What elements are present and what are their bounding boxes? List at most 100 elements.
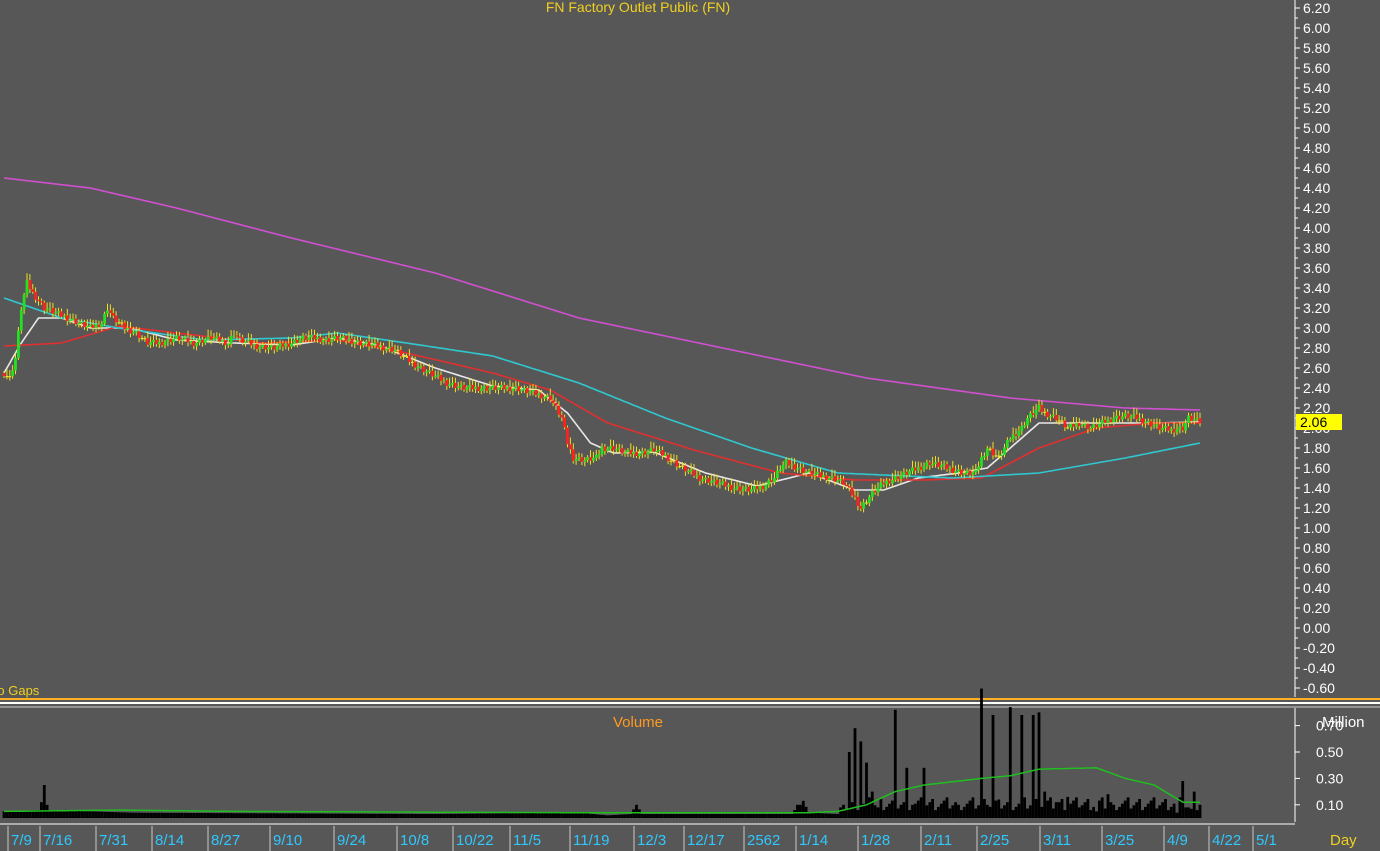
candle-body [258,346,262,349]
candle-body [1121,416,1124,420]
candle-body [1195,418,1199,420]
volume-bar [221,813,224,818]
volume-bar [761,814,765,818]
candle-body [48,308,52,310]
candle-body [750,489,753,492]
candle-body [134,331,138,333]
candle-body [980,456,983,467]
candle-body [468,385,472,388]
candle-body [600,446,604,455]
candle-body [758,485,762,490]
volume-bar [327,813,331,818]
volume-bar [1066,796,1070,818]
volume-bar [367,813,371,818]
candle-body [40,301,43,303]
candle-body [574,459,578,461]
candle-body [571,449,575,461]
volume-bar [905,767,909,818]
volume-bar [712,814,716,818]
volume-bar [1060,799,1064,818]
volume-bar [1040,806,1044,818]
candle-body [244,341,247,343]
volume-bar [183,812,187,818]
volume-bar [1031,715,1035,818]
candle-body [1052,415,1055,417]
volume-bar [1121,803,1124,818]
candle-body [203,339,207,343]
volume-bar [951,805,955,818]
volume-bar [747,814,750,818]
candle-body [1098,423,1101,428]
volume-bar [586,813,589,818]
candle-body [534,390,538,395]
moving-average-line-2 [3,325,1200,481]
candle-body [330,339,334,342]
candle-body [178,335,181,341]
candle-body [264,344,267,350]
candle-body [1089,428,1093,430]
candle-body [724,481,727,487]
candle-body [293,340,296,344]
candle-body [488,388,492,391]
candle-body [1112,418,1116,423]
candle-body [157,341,161,345]
candle-body [247,340,250,342]
volume-bar [902,802,906,818]
volume-bar [948,808,952,818]
volume-bar [433,814,437,818]
volume-bar [410,813,414,818]
volume-bar [790,814,794,818]
volume-bar [681,814,684,818]
volume-bar [364,813,368,818]
candle-body [281,343,285,347]
volume-bar [534,813,538,818]
volume-bar [675,814,679,818]
volume-bar [540,813,543,818]
volume-bar [106,811,109,818]
volume-bar [77,811,81,818]
volume-bar [218,813,221,818]
candle-body [180,339,184,341]
volume-bar [750,814,753,818]
volume-bar [1043,791,1047,818]
candle-body [396,349,400,351]
volume-bar [229,813,233,818]
volume-bar [891,800,894,818]
volume-bar [111,812,115,818]
candle-body [316,337,319,340]
volume-bar [1187,807,1190,818]
volume-bar [1029,805,1032,818]
candle-body [186,337,190,343]
candle-body [744,486,748,489]
volume-bar [753,814,756,818]
volume-bar [1003,805,1006,818]
volume-bar [356,813,359,818]
candle-body [617,448,621,450]
date-tick-label: 7/16 [43,832,72,849]
volume-bar [577,812,581,818]
volume-bar [186,813,190,818]
candle-body [514,386,518,389]
timeframe-label[interactable]: Day [1330,832,1357,849]
candle-body [735,486,739,489]
candle-body [126,328,129,330]
candle-body [1118,415,1121,420]
volume-bar [393,813,397,818]
date-tick-label: 3/11 [1043,832,1071,849]
candle-body [862,502,865,509]
volume-bar [899,804,903,818]
volume-bar [462,813,466,818]
stock-chart[interactable]: FN Factory Outlet Public (FN) 6.20 6.00 5.… [0,0,1380,851]
volume-bar [8,811,12,818]
candle-body [819,472,822,478]
candle-body [362,343,365,346]
candle-body [738,486,742,491]
volume-tick-label: 0.50 [1316,744,1343,760]
volume-bar [721,814,725,818]
volume-bar [502,813,506,818]
candle-body [658,450,661,452]
volume-bar [451,813,454,818]
candle-body [870,490,874,497]
candle-body [615,449,618,451]
volume-bar [612,815,615,818]
